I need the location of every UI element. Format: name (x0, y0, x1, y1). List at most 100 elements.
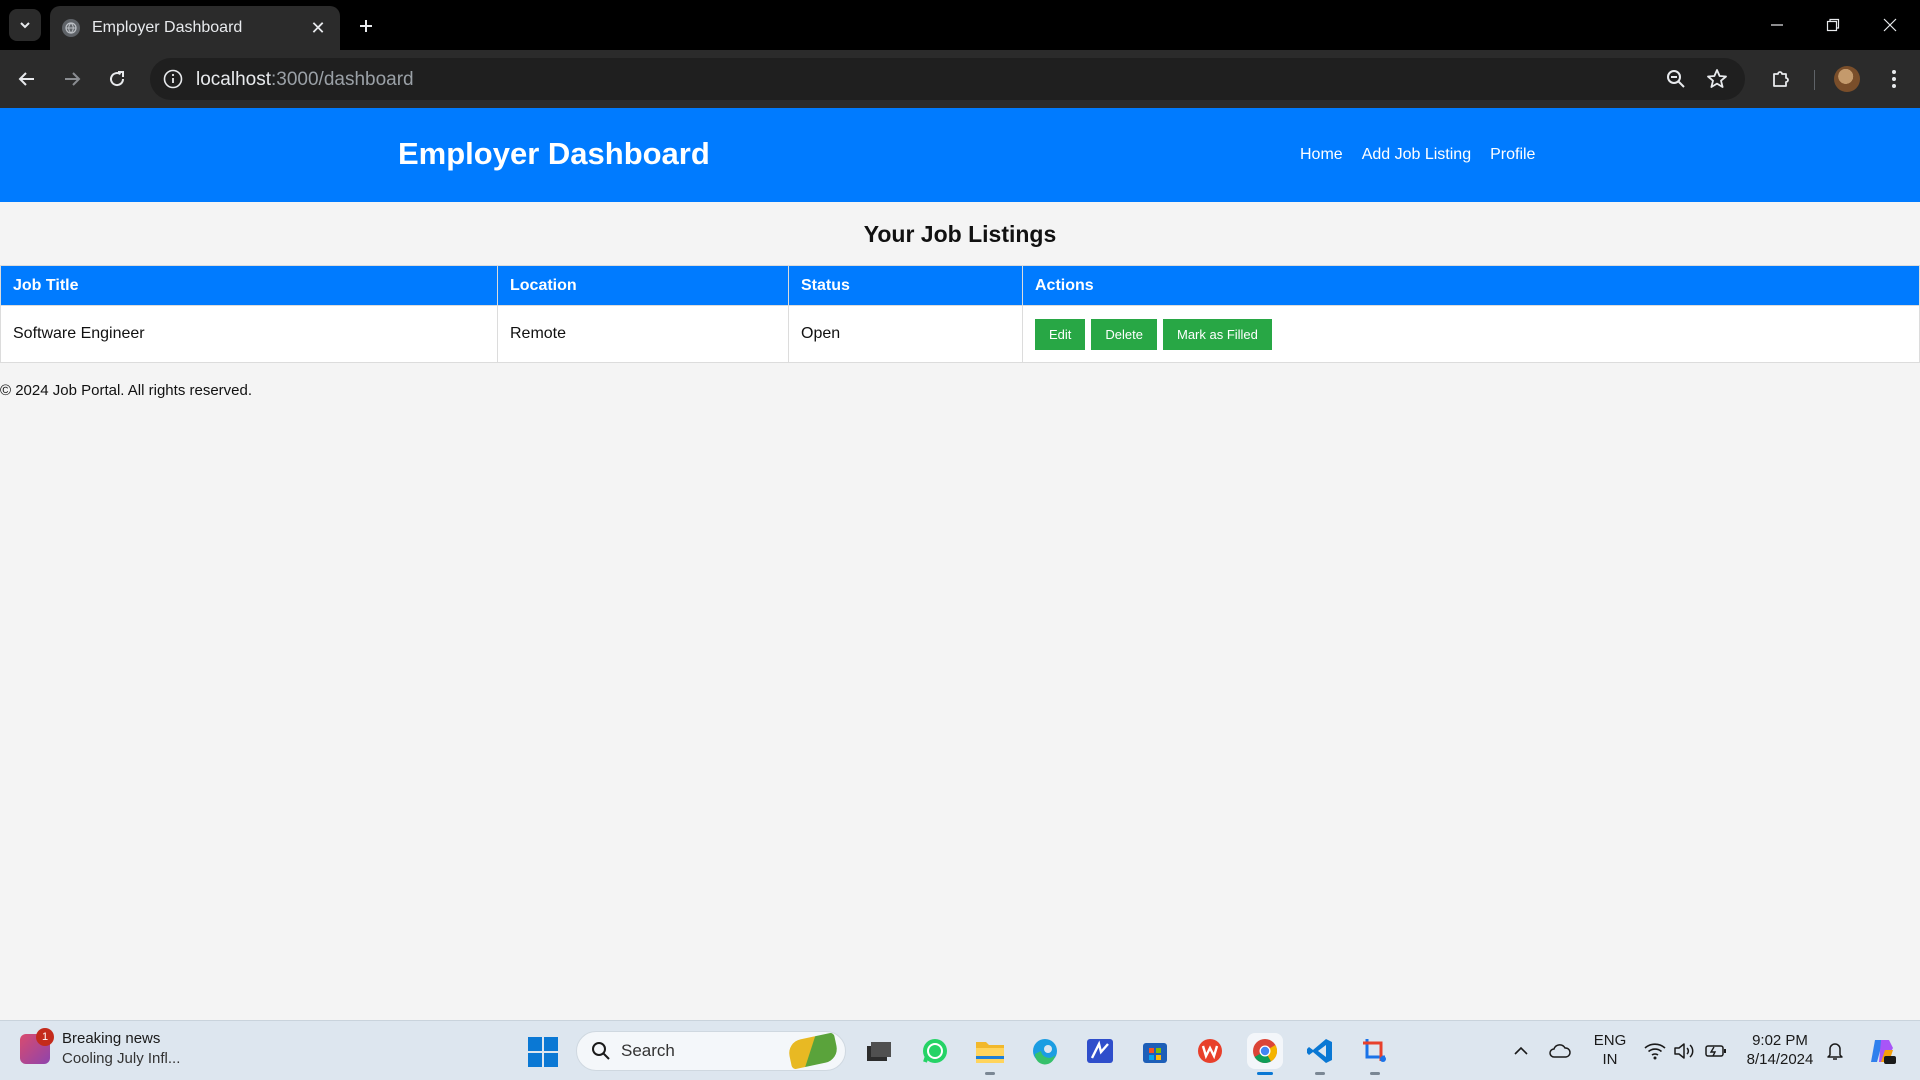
star-icon[interactable] (1705, 67, 1729, 91)
search-label: Search (621, 1041, 675, 1060)
zoom-icon[interactable] (1664, 67, 1688, 91)
tray-overflow-button[interactable] (1509, 1039, 1533, 1063)
running-indicator (985, 1072, 995, 1075)
taskbar-app-snipping-tool[interactable] (1357, 1033, 1393, 1075)
new-tab-button[interactable] (352, 12, 380, 40)
taskbar-app-whatsapp[interactable] (917, 1033, 953, 1069)
chrome-icon (1253, 1039, 1278, 1064)
back-icon (18, 72, 34, 86)
cell-location: Remote (497, 305, 789, 363)
col-location: Location (497, 265, 789, 306)
extensions-button[interactable] (1765, 63, 1797, 95)
onedrive-button[interactable] (1548, 1039, 1572, 1063)
taskbar-search[interactable]: Search (576, 1031, 846, 1071)
news-widget[interactable]: 1 Breaking news Cooling July Infl... (20, 1028, 180, 1069)
forward-icon (65, 72, 81, 86)
active-tab[interactable]: Employer Dashboard ✕ (50, 6, 340, 50)
language-bottom: IN (1602, 1051, 1618, 1068)
tab-close-icon[interactable]: ✕ (308, 18, 328, 39)
browser-titlebar: Employer Dashboard ✕ (0, 0, 1920, 50)
snipping-tool-icon (1363, 1039, 1386, 1062)
language-indicator[interactable]: ENG IN (1590, 1031, 1630, 1069)
wifi-button[interactable] (1643, 1039, 1667, 1063)
tab-list-button[interactable] (9, 9, 41, 41)
news-subtitle: Cooling July Infl... (62, 1050, 181, 1067)
back-button[interactable] (10, 62, 44, 96)
file-explorer-icon (976, 1042, 1004, 1063)
taskbar-app-store[interactable] (1137, 1033, 1173, 1069)
windows-taskbar: 1 Breaking news Cooling July Infl... Sea… (0, 1020, 1920, 1080)
taskbar-app-pen[interactable] (1082, 1033, 1118, 1069)
volume-button[interactable] (1672, 1039, 1696, 1063)
clock-time: 9:02 PM (1752, 1032, 1808, 1049)
globe-icon (62, 19, 80, 37)
mark-as-filled-button[interactable]: Mark as Filled (1162, 318, 1272, 350)
url-text[interactable]: localhost:3000/dashboard (196, 69, 414, 91)
job-listings-table: Job Title Location Status Actions Softwa… (0, 265, 1920, 363)
reload-button[interactable] (100, 62, 134, 96)
nav-add-job-listing[interactable]: Add Job Listing (1362, 146, 1471, 164)
cloud-icon (1549, 1044, 1571, 1058)
news-text: Breaking news Cooling July Infl... (62, 1029, 180, 1069)
restore-button[interactable] (1816, 8, 1850, 42)
cell-actions: Edit Delete Mark as Filled (1022, 305, 1920, 363)
bell-icon (1827, 1043, 1843, 1060)
whatsapp-icon (923, 1039, 947, 1063)
windows-logo-pane (528, 1053, 542, 1067)
address-bar[interactable]: localhost:3000/dashboard (150, 58, 1745, 100)
cell-status: Open (788, 305, 1023, 363)
col-actions: Actions (1022, 265, 1920, 306)
forward-button[interactable] (55, 62, 89, 96)
table-header-row: Job Title Location Status Actions (0, 265, 1920, 306)
running-indicator (1315, 1072, 1325, 1075)
footer-copyright: © 2024 Job Portal. All rights reserved. (0, 382, 253, 399)
tab-list-icon (20, 22, 30, 29)
clock-date: 8/14/2024 (1746, 1051, 1814, 1068)
section-title: Your Job Listings (863, 221, 1057, 247)
close-window-button[interactable] (1873, 8, 1907, 42)
col-status: Status (788, 265, 1023, 306)
edit-button[interactable]: Edit (1035, 318, 1086, 350)
chevron-up-icon (1514, 1046, 1528, 1055)
taskbar-app-wps[interactable] (1192, 1033, 1228, 1069)
delete-button[interactable]: Delete (1091, 318, 1157, 350)
notifications-button[interactable] (1823, 1039, 1847, 1063)
info-icon[interactable] (162, 68, 184, 90)
start-button[interactable] (528, 1037, 558, 1067)
brand-title: Employer Dashboard (398, 136, 710, 171)
wifi-icon (1644, 1043, 1666, 1060)
news-badge: 1 (36, 1028, 54, 1046)
site-header: Employer Dashboard Home Add Job Listing … (0, 108, 1920, 202)
url-path: :3000/dashboard (271, 69, 414, 90)
taskbar-app-chrome[interactable] (1247, 1033, 1283, 1075)
battery-icon (1705, 1045, 1726, 1057)
taskbar-app-file-explorer[interactable] (972, 1033, 1008, 1075)
tab-title: Employer Dashboard (92, 19, 243, 36)
clock[interactable]: 9:02 PM 8/14/2024 (1738, 1031, 1822, 1069)
windows-logo-pane (544, 1037, 558, 1051)
file-manager-icon (867, 1042, 891, 1061)
nav-home[interactable]: Home (1300, 146, 1343, 164)
page-viewport: Employer Dashboard Home Add Job Listing … (0, 108, 1920, 1020)
running-indicator (1370, 1072, 1380, 1075)
minimize-button[interactable] (1760, 8, 1794, 42)
search-icon (592, 1042, 610, 1060)
more-menu-button[interactable] (1878, 63, 1910, 95)
table-row: Software Engineer Remote Open Edit Delete… (0, 305, 1920, 363)
profile-button[interactable] (1831, 63, 1863, 95)
news-title: Breaking news (62, 1030, 161, 1047)
taskbar-app-edge[interactable] (1027, 1033, 1063, 1069)
reload-icon (110, 71, 125, 87)
site-nav: Home Add Job Listing Profile (1300, 146, 1535, 164)
nav-profile[interactable]: Profile (1490, 146, 1535, 164)
col-job-title: Job Title (0, 265, 498, 306)
search-highlight-image (786, 1032, 840, 1070)
language-top: ENG (1593, 1032, 1627, 1049)
copilot-button[interactable] (1867, 1036, 1897, 1066)
battery-button[interactable] (1704, 1039, 1728, 1063)
taskbar-app-file-manager[interactable] (861, 1033, 897, 1069)
pen-app-icon (1087, 1039, 1113, 1063)
plus-icon (360, 20, 372, 32)
taskbar-app-vscode[interactable] (1302, 1033, 1338, 1075)
copilot-icon (1871, 1040, 1896, 1064)
